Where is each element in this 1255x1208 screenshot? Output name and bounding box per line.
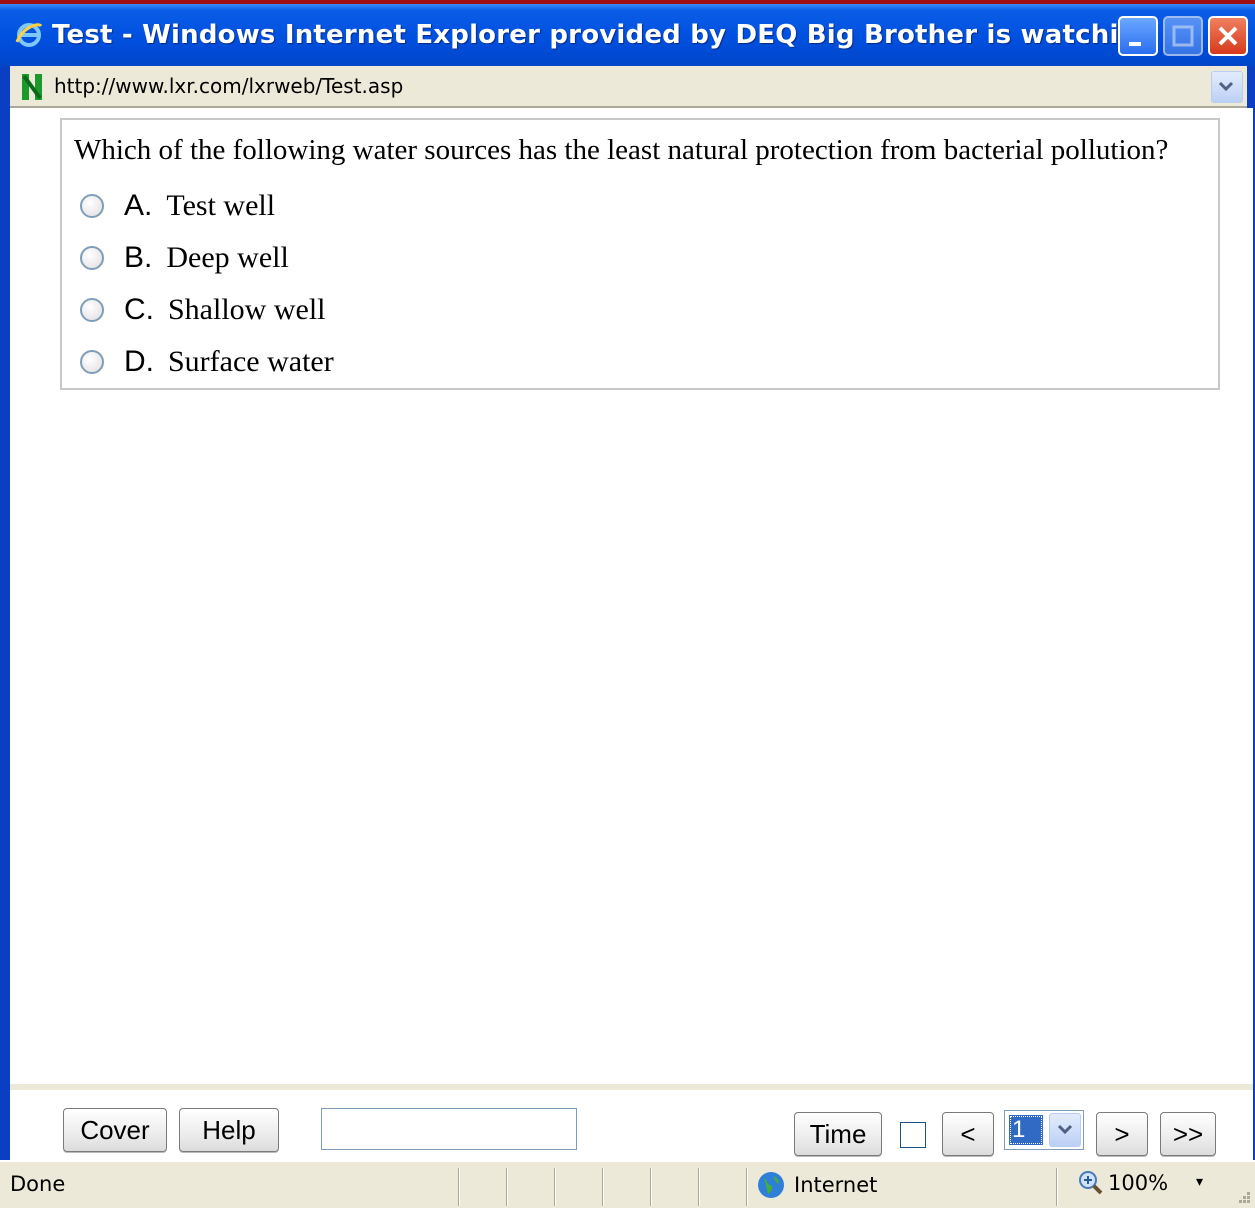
minimize-button[interactable] bbox=[1118, 16, 1158, 56]
minimize-icon bbox=[1129, 42, 1141, 46]
zoom-control[interactable]: 100% bbox=[1078, 1170, 1168, 1196]
address-bar: http://www.lxr.com/lxrweb/Test.asp bbox=[10, 66, 1247, 108]
site-icon bbox=[22, 74, 42, 100]
status-divider bbox=[746, 1168, 748, 1206]
option-d[interactable]: D. Surface water bbox=[80, 342, 334, 382]
status-divider bbox=[506, 1168, 508, 1206]
resize-grip-icon[interactable] bbox=[1235, 1188, 1251, 1204]
status-divider bbox=[650, 1168, 652, 1206]
globe-icon bbox=[758, 1172, 784, 1198]
status-divider bbox=[458, 1168, 460, 1206]
cover-button[interactable]: Cover bbox=[63, 1108, 167, 1152]
option-label: Shallow well bbox=[168, 293, 326, 326]
zoom-icon bbox=[1079, 1171, 1103, 1195]
question-text: Which of the following water sources has… bbox=[74, 134, 1169, 166]
page-select-arrow[interactable] bbox=[1049, 1113, 1081, 1147]
radio-button[interactable] bbox=[80, 194, 104, 218]
status-divider bbox=[1056, 1168, 1058, 1206]
radio-button[interactable] bbox=[80, 298, 104, 322]
option-label: Test well bbox=[166, 189, 276, 222]
help-button[interactable]: Help bbox=[179, 1108, 279, 1152]
answer-input[interactable] bbox=[321, 1108, 577, 1150]
page-select[interactable]: 1 bbox=[1004, 1110, 1084, 1150]
chevron-down-icon bbox=[1218, 81, 1234, 92]
option-c[interactable]: C. Shallow well bbox=[80, 290, 326, 330]
next-button[interactable]: > bbox=[1096, 1112, 1148, 1156]
option-a[interactable]: A. Test well bbox=[80, 186, 275, 226]
window-title: Test - Windows Internet Explorer provide… bbox=[52, 20, 1157, 50]
status-divider bbox=[554, 1168, 556, 1206]
maximize-icon bbox=[1172, 25, 1194, 47]
close-button[interactable] bbox=[1208, 16, 1248, 56]
zoom-level: 100% bbox=[1108, 1171, 1169, 1195]
address-dropdown-button[interactable] bbox=[1211, 71, 1243, 103]
page-content: Which of the following water sources has… bbox=[10, 108, 1253, 1084]
status-bar: Done Internet 100% ▾ bbox=[0, 1160, 1255, 1208]
status-text: Done bbox=[10, 1172, 66, 1196]
zone-label: Internet bbox=[794, 1173, 878, 1197]
option-letter: D. bbox=[124, 345, 154, 378]
option-b[interactable]: B. Deep well bbox=[80, 238, 289, 278]
last-button[interactable]: >> bbox=[1160, 1112, 1216, 1156]
zoom-dropdown-icon[interactable]: ▾ bbox=[1196, 1174, 1203, 1190]
question-box: Which of the following water sources has… bbox=[60, 118, 1220, 390]
browser-window: Test - Windows Internet Explorer provide… bbox=[0, 4, 1255, 1208]
close-icon bbox=[1218, 26, 1238, 46]
option-label: Deep well bbox=[166, 241, 289, 274]
title-bar[interactable]: Test - Windows Internet Explorer provide… bbox=[0, 4, 1255, 66]
chevron-down-icon bbox=[1057, 1124, 1073, 1135]
radio-button[interactable] bbox=[80, 246, 104, 270]
security-zone[interactable]: Internet bbox=[756, 1170, 877, 1200]
option-letter: A. bbox=[124, 189, 153, 222]
previous-button[interactable]: < bbox=[942, 1112, 994, 1156]
option-letter: C. bbox=[124, 293, 154, 326]
time-button[interactable]: Time bbox=[794, 1112, 882, 1156]
option-label: Surface water bbox=[168, 345, 334, 378]
radio-button[interactable] bbox=[80, 350, 104, 374]
status-divider bbox=[602, 1168, 604, 1206]
address-url[interactable]: http://www.lxr.com/lxrweb/Test.asp bbox=[54, 74, 403, 98]
maximize-button[interactable] bbox=[1163, 16, 1203, 56]
ie-icon bbox=[15, 23, 43, 47]
option-letter: B. bbox=[124, 241, 153, 274]
time-checkbox[interactable] bbox=[900, 1122, 926, 1148]
test-navigation-bar: Cover Help Time < 1 > >> bbox=[10, 1084, 1253, 1160]
page-select-value: 1 bbox=[1009, 1115, 1043, 1145]
status-divider bbox=[698, 1168, 700, 1206]
